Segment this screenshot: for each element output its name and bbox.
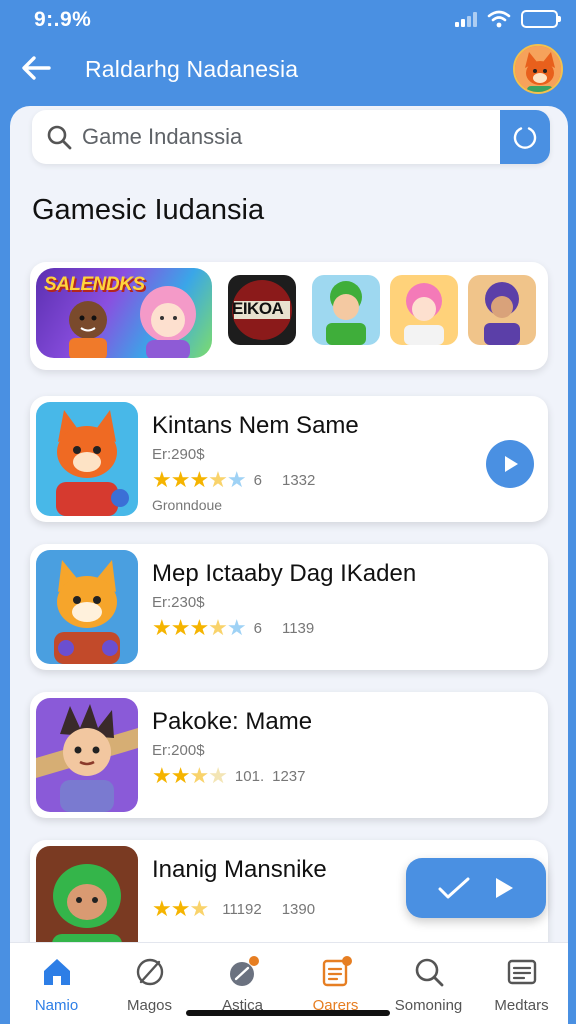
document-icon: [322, 956, 352, 987]
game-title: Inanig Mansnike: [152, 856, 327, 883]
page-title: Raldarhg Nadanesia: [85, 56, 299, 82]
rating-value: 101.: [234, 767, 265, 785]
game-card[interactable]: Pakoke: Mame Er:200$ ★★★★ 101. 1237: [30, 692, 548, 818]
nav-item-magos[interactable]: Magos: [103, 943, 196, 1024]
star-rating: ★★★: [152, 896, 209, 921]
nav-label: Medtars: [494, 997, 549, 1014]
featured-banner[interactable]: SALENDKS: [36, 268, 212, 358]
rating-count: 1390: [281, 900, 316, 918]
game-icon: [36, 402, 138, 516]
status-bar: 9:.9%: [0, 0, 576, 40]
game-title: Kintans Nem Same: [152, 412, 359, 439]
star-rating: ★★★★★: [152, 615, 247, 640]
search-icon: [415, 958, 443, 987]
refresh-button[interactable]: [500, 110, 550, 164]
thumb-logo-text: EIKOA: [232, 299, 284, 318]
status-icons: [455, 8, 561, 30]
game-price: Er:230$: [152, 594, 205, 611]
wifi-icon: [487, 10, 511, 28]
refresh-icon: [513, 127, 537, 149]
star-rating: ★★★★★: [152, 467, 247, 492]
game-card[interactable]: Kintans Nem Same Er:290$ ★★★★★ 6 1332 Gr…: [30, 396, 548, 522]
rating-row: ★★★★★ 6 1332: [152, 469, 315, 491]
game-genre: Gronndoue: [152, 497, 223, 513]
globe-icon: [229, 956, 259, 986]
featured-thumb-4[interactable]: [468, 275, 536, 345]
signal-icon: [455, 11, 477, 27]
rating-value: 6: [253, 471, 262, 489]
rating-row: ★★★ 11192 1390: [152, 898, 315, 920]
game-icon: [36, 846, 138, 946]
nav-item-home[interactable]: Namio: [10, 943, 103, 1024]
game-card[interactable]: Mep Ictaaby Dag IKaden Er:230$ ★★★★★ 6 1…: [30, 544, 548, 670]
home-icon: [43, 959, 70, 985]
play-icon: [496, 878, 513, 898]
rating-count: 1139: [281, 619, 315, 637]
check-icon: [438, 877, 470, 899]
featured-thumb-2[interactable]: [312, 275, 380, 345]
nav-label: Somoning: [394, 997, 463, 1014]
game-price: Er:200$: [152, 742, 205, 759]
rating-count: 1237: [272, 767, 306, 785]
nav-label: Magos: [126, 997, 173, 1014]
battery-icon: [521, 10, 561, 28]
back-arrow-icon: [22, 56, 51, 80]
game-title: Pakoke: Mame: [152, 708, 313, 735]
rating-count: 1332: [281, 471, 316, 489]
rating-value: 11192: [222, 900, 262, 918]
list-icon: [507, 959, 536, 985]
play-button[interactable]: [486, 440, 534, 488]
avatar[interactable]: [513, 44, 563, 94]
featured-thumb-3[interactable]: [390, 275, 458, 345]
rating-value: 6: [253, 619, 262, 637]
featured-thumb-1[interactable]: EIKOA: [228, 275, 296, 345]
nav-label: Namio: [34, 997, 79, 1014]
rating-row: ★★★★★ 6 1139: [152, 617, 314, 639]
home-indicator: [186, 1010, 390, 1016]
star-rating: ★★★★: [152, 763, 228, 788]
search-icon: [47, 125, 72, 150]
search-bar: [32, 110, 550, 164]
play-icon: [505, 456, 518, 472]
back-button[interactable]: [16, 50, 56, 86]
game-title: Mep Ictaaby Dag IKaden: [152, 560, 417, 587]
featured-carousel: SALENDKS EIKOA: [30, 262, 548, 370]
nav-item-somoning[interactable]: Somoning: [382, 943, 475, 1024]
rating-row: ★★★★ 101. 1237: [152, 765, 306, 787]
app-header: Raldarhg Nadanesia: [0, 40, 576, 100]
game-price: Er:290$: [152, 446, 205, 463]
section-title: Gamesic Iudansia: [32, 194, 265, 226]
main-panel: Gamesic Iudansia SALENDKS EIKOA: [10, 106, 568, 946]
game-icon: [36, 698, 138, 812]
nav-item-medtars[interactable]: Medtars: [475, 943, 568, 1024]
status-time: 9:.9%: [34, 8, 92, 31]
floating-action-button[interactable]: [406, 858, 546, 918]
compass-icon: [136, 958, 163, 986]
search-input[interactable]: [82, 120, 492, 154]
game-icon: [36, 550, 138, 664]
